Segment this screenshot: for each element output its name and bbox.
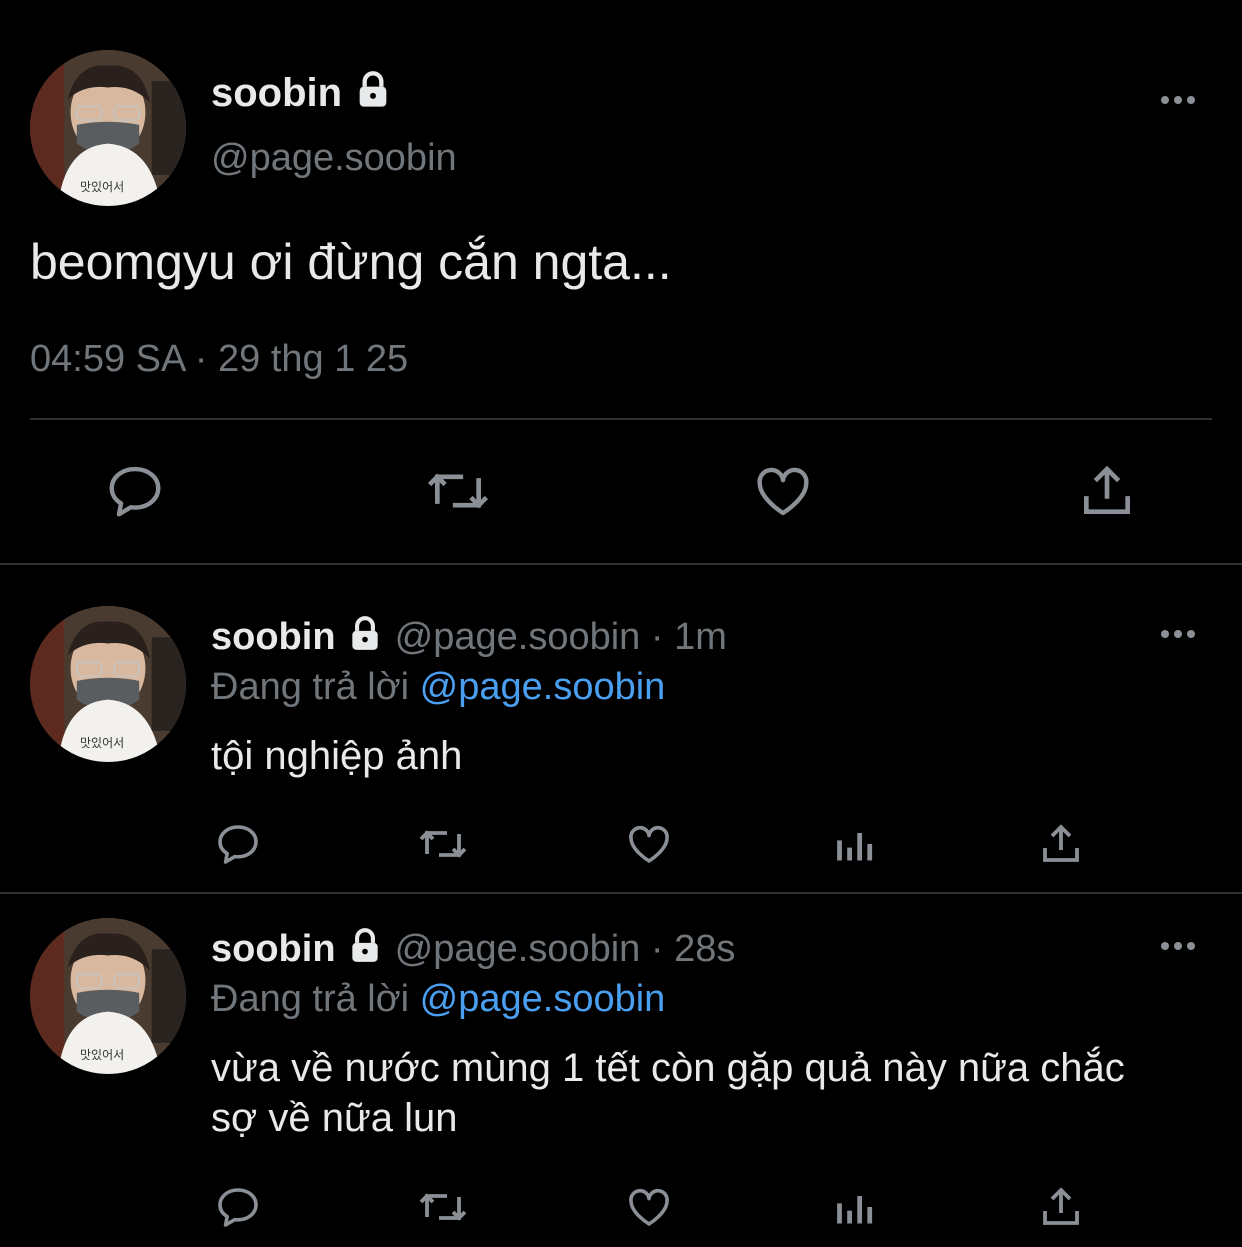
mention-link[interactable]: @page.soobin	[420, 978, 666, 1020]
like-icon[interactable]	[752, 460, 814, 522]
share-icon[interactable]	[1037, 820, 1085, 868]
display-name[interactable]: soobin	[211, 71, 342, 115]
avatar[interactable]: 맛있어서	[30, 918, 186, 1074]
like-icon[interactable]	[625, 1183, 673, 1231]
lock-icon	[346, 614, 384, 660]
tweet-text: sợ về nữa lun	[211, 1096, 458, 1140]
handle-time[interactable]: @page.soobin · 28s	[395, 928, 736, 970]
replying-label: Đang trả lời	[211, 978, 410, 1020]
handle-time[interactable]: @page.soobin · 1m	[395, 616, 727, 658]
timestamp[interactable]: 04:59 SA · 29 thg 1 25	[30, 336, 408, 382]
more-icon[interactable]	[1161, 942, 1195, 950]
mention-link[interactable]: @page.soobin	[420, 666, 666, 708]
tweet-text: tội nghiệp ảnh	[211, 734, 463, 778]
views-icon[interactable]	[834, 822, 878, 866]
tweet-text: beomgyu ơi đừng cắn ngta...	[30, 234, 672, 290]
reply-icon[interactable]	[104, 460, 166, 522]
avatar-caption: 맛있어서	[80, 736, 125, 750]
avatar-caption: 맛있어서	[80, 180, 125, 194]
lock-icon	[346, 926, 384, 972]
retweet-icon[interactable]	[424, 460, 492, 522]
handle[interactable]: @page.soobin	[211, 136, 457, 180]
lock-icon	[353, 70, 393, 116]
retweet-icon[interactable]	[416, 1183, 470, 1231]
share-icon[interactable]	[1037, 1183, 1085, 1231]
replying-label: Đang trả lời	[211, 666, 410, 708]
divider	[0, 892, 1242, 894]
display-name[interactable]: soobin	[211, 616, 336, 658]
separator	[30, 418, 1212, 420]
avatar-caption: 맛있어서	[80, 1048, 125, 1062]
share-icon[interactable]	[1076, 460, 1138, 522]
avatar[interactable]: 맛있어서	[30, 50, 186, 206]
reply-icon[interactable]	[214, 1183, 262, 1231]
retweet-icon[interactable]	[416, 820, 470, 868]
reply-icon[interactable]	[214, 820, 262, 868]
more-icon[interactable]	[1161, 630, 1195, 638]
tweet-text: vừa về nước mùng 1 tết còn gặp quả này n…	[211, 1046, 1125, 1090]
display-name[interactable]: soobin	[211, 928, 336, 970]
like-icon[interactable]	[625, 820, 673, 868]
views-icon[interactable]	[834, 1185, 878, 1229]
avatar[interactable]: 맛있어서	[30, 606, 186, 762]
more-icon[interactable]	[1161, 96, 1195, 104]
divider	[0, 563, 1242, 565]
